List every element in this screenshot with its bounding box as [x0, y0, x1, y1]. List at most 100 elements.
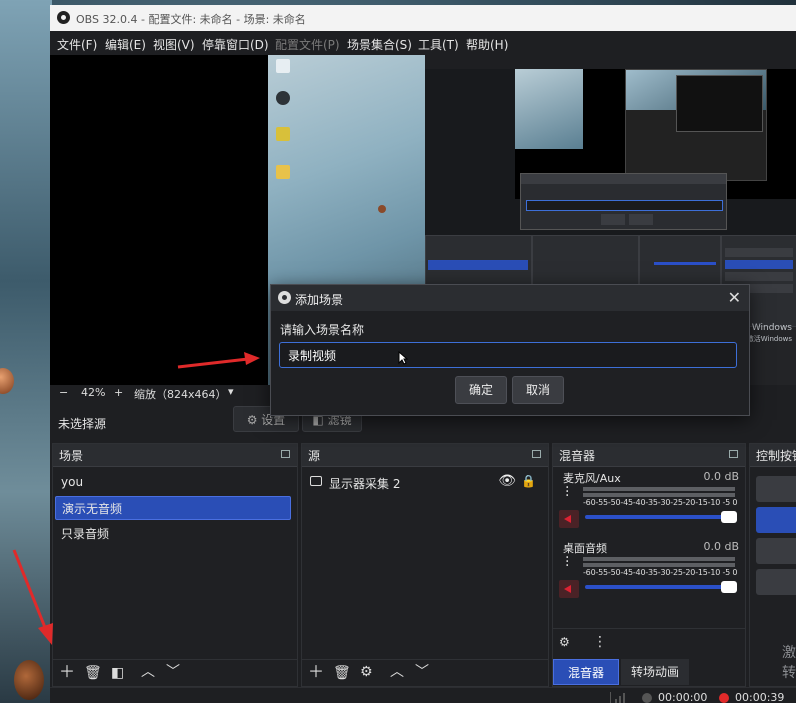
add-scene-icon[interactable]: ＋ [59, 664, 75, 680]
remove-scene-icon[interactable]: 🗑 [84, 666, 102, 680]
nested-dialog [520, 173, 727, 230]
mixer-track-desktop: 桌面音频 0.0 dB · · · -60-55-50-45-40-35-30-25… [557, 540, 741, 602]
mute-speaker-icon[interactable] [559, 580, 579, 598]
scenes-dock-title: 场景 [59, 449, 84, 463]
lock-icon[interactable]: 🔒 [521, 474, 536, 488]
no-source-label: 未选择源 [58, 417, 107, 431]
move-scene-down-icon[interactable]: ﹀ [166, 665, 180, 679]
sources-dock: 源 显示器采集 2 👁 🔒 ＋ 🗑 ⚙ ︿ ﹀ [301, 443, 549, 687]
wallpaper-seed [378, 205, 386, 213]
mixer-dock-header: 混音器 [553, 444, 745, 467]
mixer-dock: 混音器 麦克风/Aux 0.0 dB · · · -60-55-50-45-40-3… [552, 443, 746, 687]
scene-name-input[interactable] [279, 342, 737, 368]
undock-icon[interactable] [532, 450, 541, 458]
undock-icon[interactable] [281, 450, 290, 458]
controls-side-text: 转 [782, 665, 796, 681]
network-signal-icon [610, 692, 627, 703]
mixer-track-db: 0.0 dB [703, 540, 739, 553]
desktop-folder-icon [276, 165, 290, 179]
volume-slider-handle[interactable] [721, 511, 737, 523]
stop-recording-button[interactable] [756, 507, 796, 533]
obs-logo-icon [57, 11, 70, 24]
track-menu-dots-icon[interactable]: · · · [565, 481, 569, 503]
studio-mode-button[interactable] [756, 569, 796, 595]
tab-mixer[interactable]: 混音器 [553, 659, 619, 685]
move-scene-up-icon[interactable]: ︿ [141, 665, 155, 679]
scale-dropdown-button[interactable]: ▾ [228, 385, 234, 398]
dialog-titlebar[interactable]: 添加场景 ✕ [271, 285, 749, 311]
gear-icon: ⚙ [246, 413, 258, 427]
mouse-cursor-icon [398, 351, 408, 365]
start-streaming-button[interactable] [756, 476, 796, 502]
scenes-dock: 场景 you 演示无音频 只录音频 ＋ 🗑 ◧ ︿ ﹀ [52, 443, 298, 687]
audio-meter [583, 487, 735, 491]
menu-scene-collection[interactable]: 场景集合(S) [347, 36, 412, 53]
zoom-in-button[interactable]: + [114, 386, 123, 399]
status-bar: 00:00:00 00:00:39 [50, 687, 796, 703]
scene-item-demo-no-audio[interactable]: 演示无音频 [55, 496, 291, 520]
annotation-arrow-icon [177, 352, 260, 369]
close-icon[interactable]: ✕ [728, 288, 741, 307]
zoom-level: 42% [81, 386, 106, 399]
menu-help[interactable]: 帮助(H) [466, 36, 508, 53]
display-capture-icon [310, 476, 322, 486]
window-titlebar[interactable]: OBS 32.0.4 - 配置文件: 未命名 - 场景: 未命名 [50, 5, 796, 31]
mixer-track-mic: 麦克风/Aux 0.0 dB · · · -60-55-50-45-40-35-30… [557, 470, 741, 532]
menu-edit[interactable]: 编辑(E) [105, 36, 146, 53]
mixer-dock-title: 混音器 [559, 449, 596, 463]
scale-label: 缩放（824x464） [134, 388, 227, 401]
add-scene-dialog: 添加场景 ✕ 请输入场景名称 确定 取消 [270, 284, 750, 416]
undock-icon[interactable] [729, 450, 738, 458]
source-properties-gear-icon[interactable]: ⚙ [360, 665, 373, 679]
zoom-out-button[interactable]: − [59, 386, 68, 399]
add-source-icon[interactable]: ＋ [308, 664, 324, 680]
volume-slider[interactable] [585, 581, 737, 593]
stream-status-icon [642, 693, 652, 703]
mixer-menu-dots-icon[interactable]: ⋮ [593, 635, 607, 649]
cancel-button[interactable]: 取消 [512, 376, 564, 404]
controls-dock-header: 控制按钮 [750, 444, 796, 467]
audio-meter [583, 557, 735, 561]
volume-slider-handle[interactable] [721, 581, 737, 593]
recording-time: 00:00:39 [735, 691, 785, 703]
recording-dot-icon [719, 693, 729, 703]
window-title: OBS 32.0.4 - 配置文件: 未命名 - 场景: 未命名 [76, 13, 306, 26]
scene-item-you[interactable]: you [55, 470, 291, 494]
remove-source-icon[interactable]: 🗑 [333, 666, 351, 680]
nested-menubar [425, 55, 796, 69]
volume-slider[interactable] [585, 511, 737, 523]
virtual-camera-button[interactable] [756, 538, 796, 564]
menu-view[interactable]: 视图(V) [153, 36, 195, 53]
obs-logo-icon [278, 291, 291, 304]
menu-file[interactable]: 文件(F) [57, 36, 97, 53]
mixer-track-name: 麦克风/Aux [563, 472, 621, 485]
audio-meter [583, 563, 735, 567]
controls-dock-title: 控制按钮 [756, 449, 796, 463]
move-source-up-icon[interactable]: ︿ [390, 665, 404, 679]
menu-docks[interactable]: 停靠窗口(D) [202, 36, 269, 53]
menu-profile[interactable]: 配置文件(P) [275, 36, 340, 53]
sources-dock-header: 源 [302, 444, 548, 467]
advanced-audio-gear-icon[interactable]: ⚙ [559, 635, 570, 649]
desktop-file-icon [276, 127, 290, 141]
mute-speaker-icon[interactable] [559, 510, 579, 528]
track-menu-dots-icon[interactable]: · · · [565, 551, 569, 573]
scene-filters-icon[interactable]: ◧ [111, 666, 124, 680]
mixer-track-name: 桌面音频 [563, 542, 607, 555]
annotation-arrow-icon [12, 549, 53, 645]
scene-item-audio-only[interactable]: 只录音频 [55, 522, 291, 546]
scene-name-prompt: 请输入场景名称 [280, 323, 365, 337]
sources-dock-title: 源 [308, 449, 321, 463]
desktop-recycle-icon [276, 59, 290, 73]
ok-button[interactable]: 确定 [455, 376, 507, 404]
source-item-label: 显示器采集 2 [329, 477, 401, 491]
tab-transitions[interactable]: 转场动画 [621, 659, 689, 685]
move-source-down-icon[interactable]: ﹀ [415, 665, 429, 679]
source-item[interactable]: 显示器采集 2 👁 🔒 [304, 470, 542, 494]
visibility-eye-icon[interactable]: 👁 [498, 473, 516, 489]
menu-tools[interactable]: 工具(T) [418, 36, 459, 53]
scenes-dock-header: 场景 [53, 444, 297, 467]
desktop-wallpaper-detail [14, 660, 44, 700]
controls-side-text: 激 [782, 645, 796, 661]
mixer-toolbar: ⚙ ⋮ [553, 628, 745, 655]
